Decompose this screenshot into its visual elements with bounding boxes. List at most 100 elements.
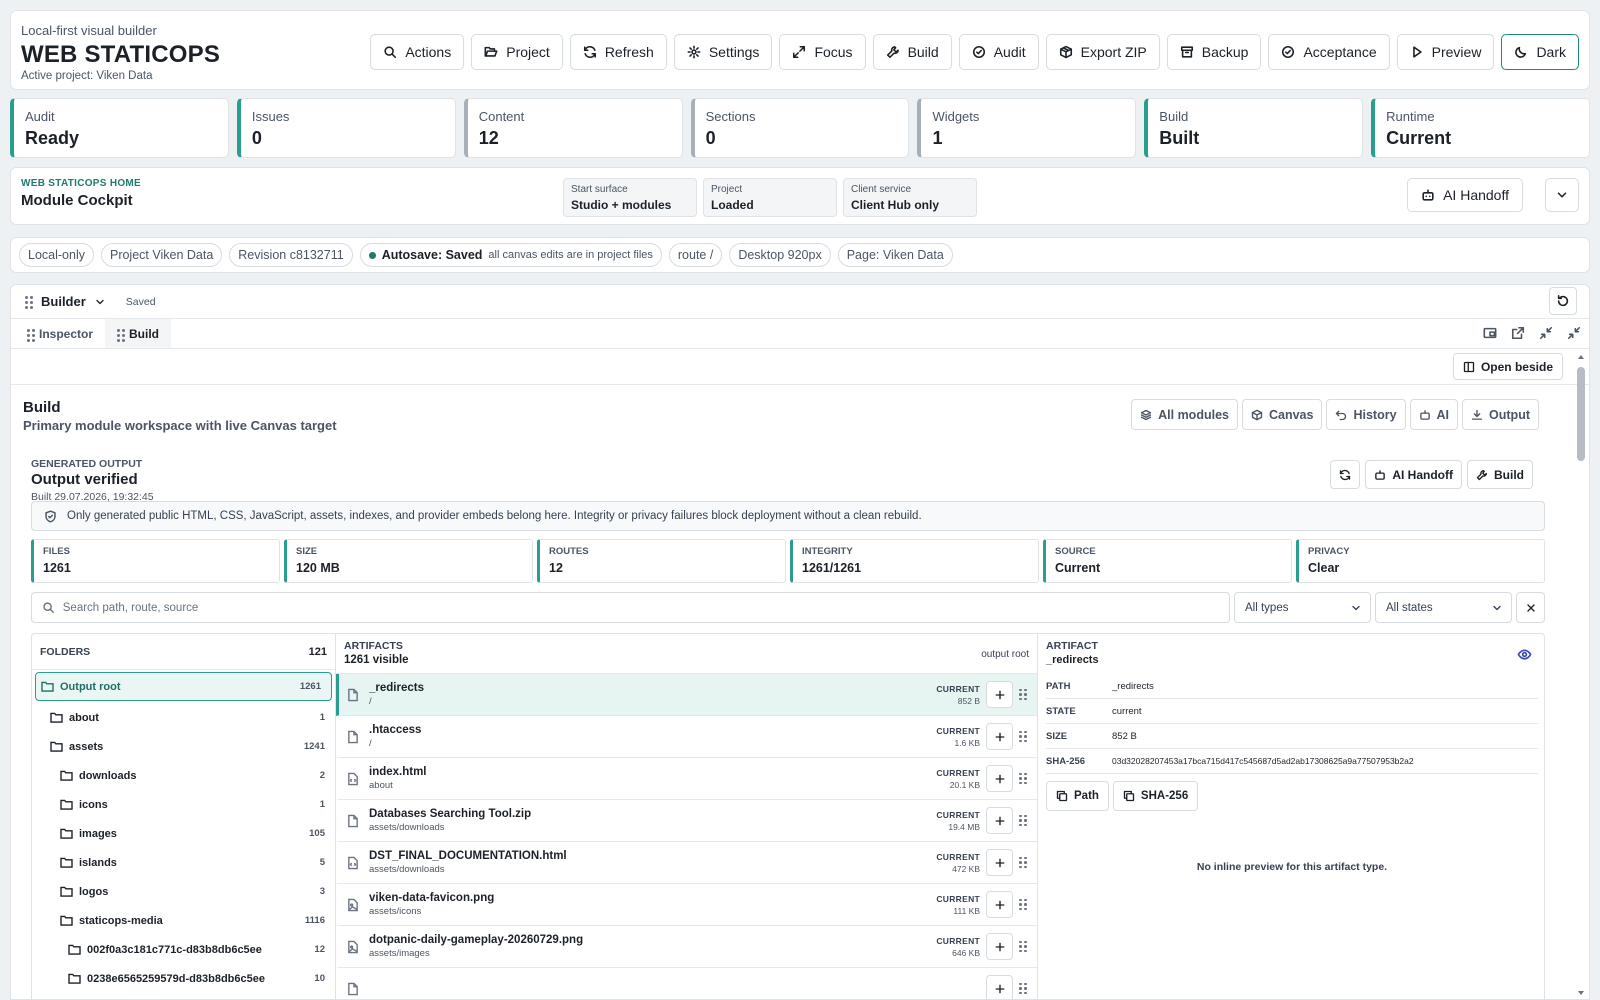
folder-icon [60,886,73,897]
chevron-down-icon[interactable] [94,296,106,308]
acceptance-button[interactable]: Acceptance [1268,34,1390,70]
folder-count: 1 [319,799,325,810]
folder-item[interactable]: about 1 [32,703,335,732]
pill-label: Project Viken Data [109,248,214,262]
folder-item[interactable]: 0238e6565259579d-d83b8db6c5ee 10 [32,964,335,993]
build-button[interactable]: Build [872,34,952,70]
folder-item[interactable]: assets 1241 [32,732,335,761]
artifact-row[interactable]: .htaccess / CURRENT 1.6 KB [336,716,1037,758]
tab-inspector[interactable]: Inspector [15,319,105,348]
open-beside-button[interactable]: Open beside [1452,353,1563,380]
metric-value: Clear [1308,561,1340,575]
actions-button[interactable]: Actions [370,34,465,70]
backup-button[interactable]: Backup [1166,34,1262,70]
folder-item[interactable]: icons 1 [32,790,335,819]
tab-build[interactable]: Build [105,319,172,348]
drag-handle-icon[interactable] [25,295,33,309]
add-artifact-button[interactable] [986,765,1013,792]
add-artifact-button[interactable] [986,681,1013,708]
external-link-icon[interactable] [1511,326,1525,340]
chip-value: Loaded [711,198,754,212]
folder-item[interactable]: islands 5 [32,848,335,877]
project-button[interactable]: Project [471,34,563,70]
scrollbar-thumb[interactable] [1577,367,1585,461]
reset-layout-button[interactable] [1549,287,1577,315]
preview-button[interactable]: Preview [1396,34,1495,70]
output-ai-handoff-button[interactable]: AI Handoff [1365,460,1462,489]
artifact-browser: FOLDERS 121 Output root 1261 about 1 assets 1… [31,633,1545,999]
dock-icon[interactable] [1483,326,1497,340]
metric-key: PRIVACY [1308,546,1350,557]
output-button[interactable]: Output [1462,399,1539,430]
copy-sha-button[interactable]: SHA-256 [1112,781,1199,811]
vertical-scrollbar[interactable] [1576,353,1586,997]
artifact-name-block: viken-data-favicon.png assets/icons [369,892,936,917]
refresh-icon [583,46,596,58]
add-artifact-button[interactable] [986,807,1013,834]
canvas-button[interactable]: Canvas [1241,399,1323,430]
refresh-button[interactable]: Refresh [569,34,667,70]
artifact-row[interactable]: index.html about CURRENT 20.1 KB [336,758,1037,800]
artifact-row[interactable]: Databases Searching Tool.zip assets/downl… [336,800,1037,842]
add-artifact-button[interactable] [986,723,1013,750]
eye-icon[interactable] [1517,647,1532,662]
autosave-pill: Autosave: Saved all canvas edits are in … [359,243,662,267]
folder-item[interactable]: Output root 1261 [35,672,332,701]
builder-title[interactable]: Builder [41,294,86,309]
drag-handle-icon[interactable] [1019,856,1027,869]
folder-item[interactable]: logos 3 [32,877,335,906]
history-button[interactable]: History [1326,399,1406,430]
dark-mode-button[interactable]: Dark [1501,34,1579,70]
folder-icon [60,770,73,781]
stat-card-widgets: Widgets 1 [917,98,1137,158]
drag-handle-icon[interactable] [1019,814,1027,827]
add-artifact-button[interactable] [986,849,1013,876]
all-modules-button[interactable]: All modules [1131,399,1238,430]
drag-handle-icon[interactable] [1019,730,1027,743]
drag-handle-icon[interactable] [1019,772,1027,785]
artifact-row[interactable]: viken-data-favicon.png assets/icons CURREN… [336,884,1037,926]
artifact-row[interactable] [336,968,1037,999]
rebuild-button[interactable] [1330,460,1361,489]
output-build-button[interactable]: Build [1467,460,1533,489]
audit-button[interactable]: Audit [958,34,1039,70]
artifact-row[interactable]: dotpanic-daily-gameplay-20260729.png asse… [336,926,1037,968]
ai-handoff-button[interactable]: AI Handoff [1407,178,1523,212]
minimize-icon[interactable] [1539,326,1553,340]
add-artifact-button[interactable] [986,975,1013,999]
folder-name: Output root [60,680,121,693]
drag-handle-icon[interactable] [1019,898,1027,911]
artifact-row[interactable]: DST_FINAL_DOCUMENTATION.html assets/downl… [336,842,1037,884]
state-filter-select[interactable]: All states [1375,592,1512,623]
artifact-name: index.html [369,766,427,778]
artifact-search[interactable] [31,592,1230,623]
artifact-name: .htaccess [369,724,422,736]
type-filter-select[interactable]: All types [1234,592,1371,623]
drag-handle-icon[interactable] [1019,688,1027,701]
add-artifact-button[interactable] [986,933,1013,960]
moon-icon [1515,46,1527,58]
folder-item[interactable]: staticops-media 1116 [32,906,335,935]
collapse-icon[interactable] [1567,326,1581,340]
folder-item[interactable]: 002f0a3c181c771c-d83b8db6c5ee 12 [32,935,335,964]
drag-handle-icon[interactable] [1019,940,1027,953]
scroll-up-icon[interactable] [1576,353,1586,361]
focus-button[interactable]: Focus [779,34,866,70]
stat-card-issues: Issues 0 [236,98,456,158]
plus-icon [995,984,1004,993]
folder-item[interactable]: downloads 2 [32,761,335,790]
add-artifact-button[interactable] [986,891,1013,918]
copy-path-button[interactable]: Path [1046,781,1109,811]
folder-item[interactable]: images 105 [32,819,335,848]
settings-button[interactable]: Settings [673,34,773,70]
ai-button[interactable]: AI [1409,399,1459,430]
cockpit-menu-button[interactable] [1545,178,1579,212]
export-zip-button[interactable]: Export ZIP [1045,34,1160,70]
clear-filters-button[interactable] [1516,592,1545,623]
artifact-row[interactable]: _redirects / CURRENT 852 B [336,674,1037,716]
search-input[interactable] [62,601,1219,614]
drag-handle-icon[interactable] [1019,982,1027,995]
scroll-down-icon[interactable] [1576,989,1586,997]
stat-label: Sections [705,109,756,124]
robot-icon [1419,409,1430,420]
